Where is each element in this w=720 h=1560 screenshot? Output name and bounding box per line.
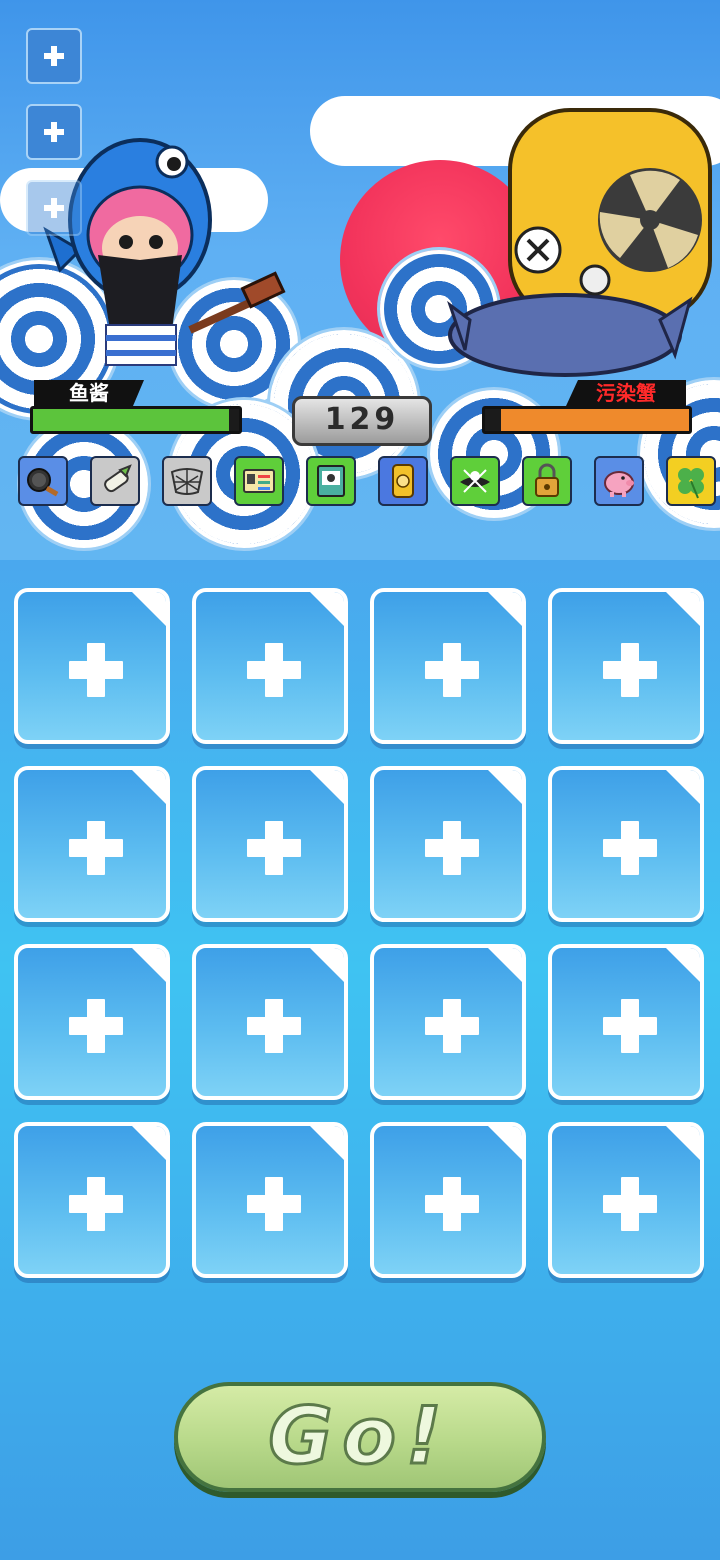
slot-corner-fold (486, 770, 522, 806)
grid-slot[interactable] (14, 1122, 170, 1278)
enemy-character (447, 108, 712, 377)
grid-slot[interactable] (192, 588, 348, 744)
plus-icon (603, 643, 657, 697)
player-name: 鱼酱 (34, 380, 144, 406)
plus-icon (603, 1177, 657, 1231)
go-button-label: Go! (267, 1391, 452, 1484)
plus-icon (44, 122, 64, 142)
item-slot[interactable] (306, 456, 356, 506)
enemy-hp-fill (501, 409, 689, 431)
plus-icon (247, 1177, 301, 1231)
id-card-icon (243, 469, 275, 493)
grid-slot[interactable] (192, 766, 348, 922)
plus-icon (69, 643, 123, 697)
grid-slot[interactable] (370, 1122, 526, 1278)
plus-icon (44, 198, 64, 218)
plus-icon (69, 1177, 123, 1231)
item-slot[interactable] (378, 456, 428, 506)
player-hp-bar (30, 406, 242, 434)
grid-slot[interactable] (192, 944, 348, 1100)
plus-icon (425, 643, 479, 697)
grid-slot[interactable] (192, 1122, 348, 1278)
grid-slot[interactable] (548, 766, 704, 922)
slot-corner-fold (486, 592, 522, 628)
slot-corner-fold (308, 1126, 344, 1162)
plus-icon (69, 999, 123, 1053)
item-bar (18, 456, 720, 512)
enemy-name: 污染蟹 (566, 380, 686, 406)
item-slot[interactable] (594, 456, 644, 506)
slot-corner-fold (664, 1126, 700, 1162)
slot-corner-fold (664, 592, 700, 628)
slot-corner-fold (308, 948, 344, 984)
item-slot[interactable] (162, 456, 212, 506)
plus-icon (247, 643, 301, 697)
gold-barrel-icon (392, 464, 414, 498)
turn-counter: 129 (292, 396, 432, 446)
piggy-bank-icon (604, 471, 634, 497)
plus-icon (247, 821, 301, 875)
grid-slot[interactable] (370, 766, 526, 922)
plus-icon (425, 999, 479, 1053)
slot-corner-fold (130, 592, 166, 628)
grid-slot[interactable] (14, 588, 170, 744)
slot-corner-fold (130, 770, 166, 806)
plus-icon (603, 999, 657, 1053)
item-slot[interactable] (234, 456, 284, 506)
slot-corner-fold (308, 770, 344, 806)
grid-slot[interactable] (370, 944, 526, 1100)
pirate-flag-icon (460, 469, 490, 493)
book-icon (317, 465, 345, 497)
player-hp-fill (33, 409, 229, 431)
slot-corner-fold (664, 770, 700, 806)
side-add-button[interactable] (26, 28, 82, 84)
item-slot[interactable] (666, 456, 716, 506)
slot-corner-fold (486, 1126, 522, 1162)
slot-corner-fold (486, 948, 522, 984)
player-character (43, 138, 286, 366)
grid-slot[interactable] (14, 766, 170, 922)
item-slot[interactable] (522, 456, 572, 506)
side-add-button-faded[interactable] (26, 180, 82, 236)
plus-icon (44, 46, 64, 66)
net-icon (170, 468, 204, 495)
grid-slot[interactable] (548, 944, 704, 1100)
slot-corner-fold (308, 592, 344, 628)
side-add-button[interactable] (26, 104, 82, 160)
slot-corner-fold (130, 1126, 166, 1162)
padlock-icon (535, 463, 559, 497)
clover-icon (678, 468, 704, 499)
enemy-hp-bar (482, 406, 692, 434)
grid-slot[interactable] (14, 944, 170, 1100)
slot-corner-fold (664, 948, 700, 984)
battle-scene: 鱼酱 污染蟹 129 (0, 0, 720, 560)
plus-icon (247, 999, 301, 1053)
plus-icon (603, 821, 657, 875)
item-slot[interactable] (90, 456, 140, 506)
plus-icon (425, 1177, 479, 1231)
grid-slot[interactable] (548, 588, 704, 744)
plus-icon (69, 821, 123, 875)
plus-icon (425, 821, 479, 875)
item-slot[interactable] (18, 456, 68, 506)
go-button[interactable]: Go! (174, 1382, 546, 1492)
frying-pan-icon (27, 468, 59, 497)
grid-slot[interactable] (548, 1122, 704, 1278)
leek-icon (104, 464, 132, 493)
item-slot[interactable] (450, 456, 500, 506)
grid-slot[interactable] (370, 588, 526, 744)
slot-corner-fold (130, 948, 166, 984)
